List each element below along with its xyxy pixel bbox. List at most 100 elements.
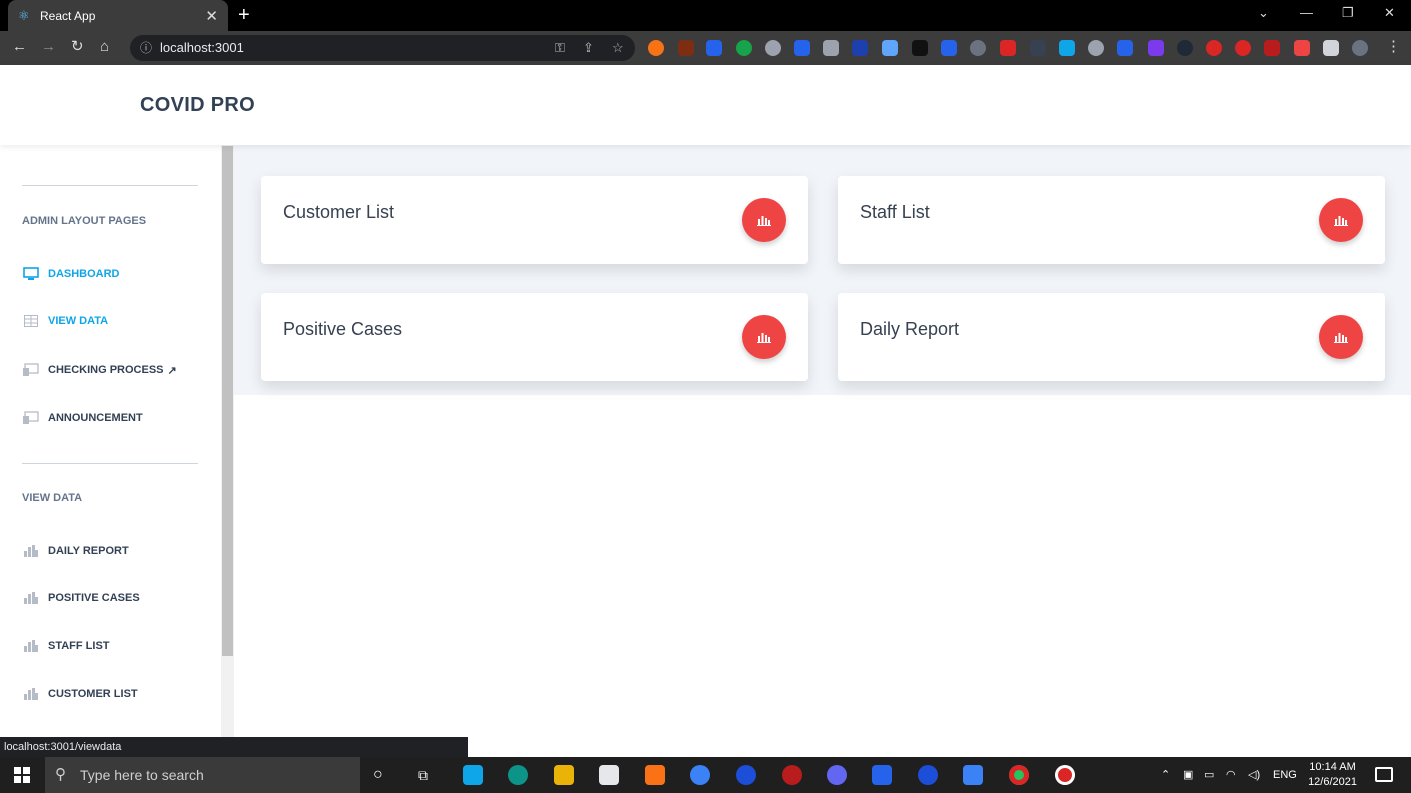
zip-icon[interactable]: [852, 40, 868, 56]
main-content: Customer List Staff List Positive Cases …: [234, 145, 1411, 757]
minimize-icon[interactable]: —: [1300, 5, 1313, 20]
tray-icon[interactable]: ▣: [1183, 757, 1193, 793]
key-icon[interactable]: ⚿: [555, 35, 565, 61]
bar-chart-icon: [1334, 333, 1348, 343]
notification-icon[interactable]: [1375, 767, 1393, 782]
screen-icon: [22, 411, 40, 425]
sidebar-scrollbar-thumb[interactable]: [222, 146, 233, 656]
extension-icon[interactable]: [1264, 40, 1280, 56]
extension-icon[interactable]: [1000, 40, 1016, 56]
tab-search-icon[interactable]: ⌄: [1258, 5, 1269, 21]
app-icon[interactable]: [690, 765, 710, 785]
browser-tab[interactable]: ⚛ React App ✕: [8, 0, 228, 31]
extension-puzzle-icon[interactable]: [823, 40, 839, 56]
extension-puzzle-icon[interactable]: [941, 40, 957, 56]
new-tab-button[interactable]: +: [238, 4, 250, 26]
app-icon[interactable]: [736, 765, 756, 785]
todo-icon[interactable]: [963, 765, 983, 785]
app-icon[interactable]: [872, 765, 892, 785]
sidebar-item-positive-cases[interactable]: POSITIVE CASES: [22, 592, 140, 604]
sidebar-item-announcement[interactable]: ANNOUNCEMENT: [22, 411, 143, 425]
card-title: Positive Cases: [283, 319, 403, 339]
chart-icon: [22, 640, 40, 652]
share-icon[interactable]: ⇪: [583, 35, 594, 61]
wifi-icon[interactable]: ◠: [1226, 757, 1236, 793]
sidebar-section-title: VIEW DATA: [22, 492, 83, 504]
address-bar[interactable]: ⓘ localhost:3001 ⚿ ⇪ ☆: [130, 35, 635, 61]
sidebar-item-view-data[interactable]: VIEW DATA: [22, 315, 108, 327]
tray-chevron-icon[interactable]: ⌃: [1161, 757, 1170, 793]
taskbar-clock[interactable]: 10:14 AM 12/6/2021: [1308, 760, 1357, 790]
extension-icon[interactable]: [912, 40, 928, 56]
app-icon[interactable]: [782, 765, 802, 785]
bar-chart-icon: [1334, 216, 1348, 226]
extension-icon[interactable]: [678, 40, 694, 56]
task-view-icon[interactable]: ⧉: [418, 757, 428, 793]
windows-start-icon[interactable]: [14, 767, 30, 783]
card-customer-list[interactable]: Customer List: [261, 176, 808, 264]
cortana-icon[interactable]: ○: [373, 757, 383, 793]
language-indicator[interactable]: ENG: [1273, 757, 1297, 793]
record-icon[interactable]: [1055, 765, 1075, 785]
card-title: Customer List: [283, 202, 395, 222]
react-icon: ⚛: [18, 7, 30, 23]
extension-icon[interactable]: [1059, 40, 1075, 56]
extension-icon[interactable]: [648, 40, 664, 56]
app-icon[interactable]: [645, 765, 665, 785]
bookmark-star-icon[interactable]: ☆: [612, 35, 624, 61]
extension-icon[interactable]: [970, 40, 986, 56]
mail-icon[interactable]: [463, 765, 483, 785]
extension-icon[interactable]: [1148, 40, 1164, 56]
card-chart-button[interactable]: [742, 198, 786, 242]
home-icon[interactable]: ⌂: [100, 39, 109, 55]
adblock-icon[interactable]: [1235, 40, 1251, 56]
extension-puzzle-icon[interactable]: [794, 40, 810, 56]
battery-icon[interactable]: ▭: [1204, 757, 1214, 793]
extensions-menu-icon[interactable]: [1323, 40, 1339, 56]
forward-icon[interactable]: →: [41, 39, 56, 55]
card-chart-button[interactable]: [742, 315, 786, 359]
reload-icon[interactable]: ↻: [71, 39, 84, 55]
clock-time: 10:14 AM: [1309, 761, 1356, 773]
bluetooth-icon[interactable]: [918, 765, 938, 785]
sidebar-item-checking-process[interactable]: CHECKING PROCESS ↗: [22, 363, 177, 377]
volume-icon[interactable]: ◁): [1248, 757, 1260, 793]
grammarly-icon[interactable]: [736, 40, 752, 56]
browser-menu-icon[interactable]: ⋮: [1386, 39, 1401, 55]
sidebar-item-daily-report[interactable]: DAILY REPORT: [22, 545, 129, 557]
card-chart-button[interactable]: [1319, 198, 1363, 242]
windows-taskbar: ⚲ Type here to search ○ ⧉ ⌃ ▣ ▭ ◠ ◁) ENG…: [0, 757, 1411, 793]
extension-icon[interactable]: [1030, 40, 1046, 56]
profile-avatar-icon[interactable]: [1352, 40, 1368, 56]
card-title: Daily Report: [860, 319, 960, 339]
extension-icon[interactable]: [1294, 40, 1310, 56]
sidebar-item-customer-list[interactable]: CUSTOMER LIST: [22, 688, 138, 700]
file-explorer-icon[interactable]: [554, 765, 574, 785]
sidebar-item-staff-list[interactable]: STAFF LIST: [22, 640, 110, 652]
taskbar-search[interactable]: ⚲ Type here to search: [45, 757, 360, 793]
card-positive-cases[interactable]: Positive Cases: [261, 293, 808, 381]
edge-icon[interactable]: [508, 765, 528, 785]
extension-icon[interactable]: [1177, 40, 1193, 56]
extension-icon[interactable]: [1088, 40, 1104, 56]
extension-icon[interactable]: [1206, 40, 1222, 56]
restore-icon[interactable]: ❐: [1342, 5, 1354, 21]
back-icon[interactable]: ←: [12, 39, 27, 55]
extension-puzzle-icon[interactable]: [706, 40, 722, 56]
card-daily-report[interactable]: Daily Report: [838, 293, 1385, 381]
sidebar-item-dashboard[interactable]: DASHBOARD: [22, 267, 120, 281]
card-staff-list[interactable]: Staff List: [838, 176, 1385, 264]
window-close-icon[interactable]: ✕: [1384, 5, 1395, 21]
card-chart-button[interactable]: [1319, 315, 1363, 359]
tab-close-icon[interactable]: ✕: [205, 7, 218, 25]
app-icon[interactable]: [827, 765, 847, 785]
store-icon[interactable]: [599, 765, 619, 785]
extension-icon[interactable]: [882, 40, 898, 56]
site-info-icon[interactable]: ⓘ: [140, 35, 152, 61]
sidebar-item-label: ANNOUNCEMENT: [48, 412, 143, 424]
brand-title[interactable]: COVID PRO: [140, 94, 255, 117]
chrome-icon[interactable]: [1009, 765, 1029, 785]
extension-icon[interactable]: [765, 40, 781, 56]
extension-puzzle-icon[interactable]: [1117, 40, 1133, 56]
bar-chart-icon: [757, 333, 771, 343]
